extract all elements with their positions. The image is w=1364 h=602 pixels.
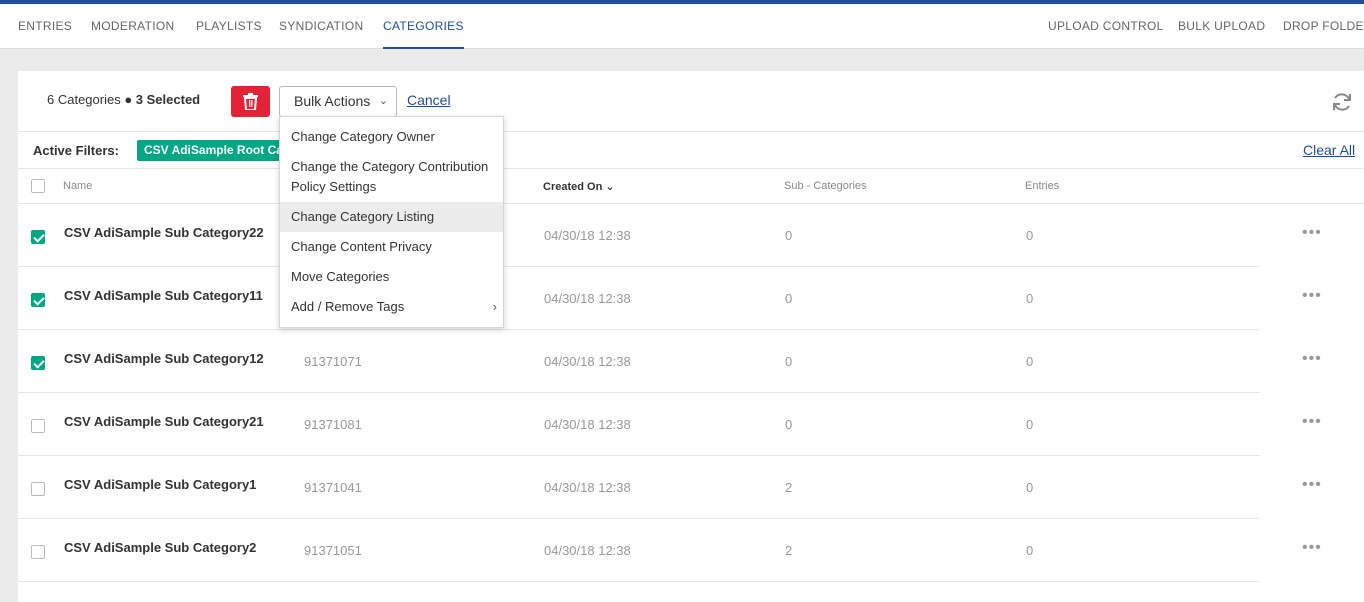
bulk-actions-label: Bulk Actions (294, 93, 371, 109)
nav-upload-control[interactable]: UPLOAD CONTROL (1048, 4, 1164, 49)
row-entries-count: 0 (1026, 228, 1034, 243)
row-name[interactable]: CSV AdiSample Sub Category21 (64, 414, 264, 429)
table-row[interactable]: CSV AdiSample Sub Category21 91371081 04… (18, 393, 1321, 456)
nav-entries[interactable]: ENTRIES (18, 4, 72, 49)
row-created: 04/30/18 12:38 (544, 354, 631, 369)
bulk-actions-menu: Change Category Owner Change the Categor… (279, 116, 504, 328)
delete-button[interactable] (231, 86, 270, 117)
menu-change-content-privacy[interactable]: Change Content Privacy (280, 232, 503, 262)
more-options-icon[interactable]: ••• (1302, 539, 1322, 557)
row-created: 04/30/18 12:38 (544, 291, 631, 306)
menu-move-categories[interactable]: Move Categories (280, 262, 503, 292)
col-created-on[interactable]: Created On ⌄ (543, 180, 615, 193)
chevron-down-icon: ⌄ (378, 95, 388, 107)
table-row[interactable]: CSV AdiSample Sub Category2 91371051 04/… (18, 519, 1321, 582)
row-id: 91371071 (304, 354, 362, 369)
row-entries-count: 0 (1026, 291, 1034, 306)
more-options-icon[interactable]: ••• (1302, 350, 1322, 368)
row-checkbox[interactable] (31, 230, 45, 244)
row-entries-count: 0 (1026, 354, 1034, 369)
table-row[interactable]: CSV AdiSample Sub Category22 04/30/18 12… (18, 204, 1321, 267)
row-id: 91371051 (304, 543, 362, 558)
nav-drop-folders[interactable]: DROP FOLDERS (1283, 4, 1364, 49)
bulk-actions-dropdown[interactable]: Bulk Actions ⌄ (279, 86, 397, 117)
more-options-icon[interactable]: ••• (1302, 287, 1322, 305)
nav-syndication[interactable]: SYNDICATION (279, 4, 363, 49)
row-name[interactable]: CSV AdiSample Sub Category11 (64, 288, 263, 303)
chevron-right-icon: › (492, 299, 497, 314)
selection-count: 6 Categories ● 3 Selected (47, 92, 201, 107)
more-options-icon[interactable]: ••• (1302, 413, 1322, 431)
row-checkbox[interactable] (31, 356, 45, 370)
row-sub-count: 2 (785, 543, 793, 558)
row-created: 04/30/18 12:38 (544, 543, 631, 558)
col-name[interactable]: Name (63, 180, 92, 192)
col-created-on-label: Created On (543, 181, 603, 193)
row-entries-count: 0 (1026, 417, 1034, 432)
row-sub-count: 0 (785, 291, 793, 306)
menu-add-remove-tags[interactable]: Add / Remove Tags › (280, 292, 503, 322)
row-created: 04/30/18 12:38 (544, 417, 631, 432)
row-entries-count: 0 (1026, 543, 1034, 558)
select-all-checkbox[interactable] (31, 179, 45, 193)
row-created: 04/30/18 12:38 (544, 480, 631, 495)
main-nav: ENTRIES MODERATION PLAYLISTS SYNDICATION… (0, 4, 1364, 49)
clear-all-link[interactable]: Clear All (1303, 142, 1355, 158)
nav-categories[interactable]: CATEGORIES (383, 4, 464, 49)
table-body: CSV AdiSample Sub Category22 04/30/18 12… (18, 204, 1364, 582)
trash-icon (243, 93, 258, 110)
category-count: 6 Categories (47, 92, 121, 107)
table-header: Name Created On ⌄ Sub - Categories Entri… (18, 169, 1364, 204)
table-row[interactable]: CSV AdiSample Sub Category12 91371071 04… (18, 330, 1321, 393)
refresh-icon[interactable] (1331, 91, 1353, 113)
selected-count: 3 Selected (135, 92, 201, 107)
row-name[interactable]: CSV AdiSample Sub Category22 (64, 225, 264, 240)
row-id: 91371081 (304, 417, 362, 432)
row-name[interactable]: CSV AdiSample Sub Category12 (64, 351, 264, 366)
row-checkbox[interactable] (31, 545, 45, 559)
more-options-icon[interactable]: ••• (1302, 476, 1322, 494)
row-id: 91371041 (304, 480, 362, 495)
nav-playlists[interactable]: PLAYLISTS (196, 4, 262, 49)
row-checkbox[interactable] (31, 419, 45, 433)
nav-moderation[interactable]: MODERATION (91, 4, 174, 49)
row-sub-count: 0 (785, 354, 793, 369)
menu-change-category-listing[interactable]: Change Category Listing (280, 202, 503, 232)
row-entries-count: 0 (1026, 480, 1034, 495)
row-name[interactable]: CSV AdiSample Sub Category2 (64, 540, 256, 555)
menu-add-remove-tags-label: Add / Remove Tags (291, 299, 405, 314)
row-sub-count: 0 (785, 417, 793, 432)
categories-panel: 6 Categories ● 3 Selected Bulk Actions ⌄… (18, 71, 1364, 602)
more-options-icon[interactable]: ••• (1302, 224, 1322, 242)
menu-change-contribution-policy[interactable]: Change the Category Contribution Policy … (280, 152, 503, 202)
col-entries[interactable]: Entries (1025, 180, 1059, 192)
row-created: 04/30/18 12:38 (544, 228, 631, 243)
row-sub-count: 2 (785, 480, 793, 495)
cancel-link[interactable]: Cancel (407, 92, 451, 108)
active-filters-bar: Active Filters: CSV AdiSample Root Categ… (18, 131, 1364, 169)
nav-bulk-upload[interactable]: BULK UPLOAD (1178, 4, 1265, 49)
menu-change-category-owner[interactable]: Change Category Owner (280, 122, 503, 152)
row-checkbox[interactable] (31, 482, 45, 496)
row-name[interactable]: CSV AdiSample Sub Category1 (64, 477, 256, 492)
row-checkbox[interactable] (31, 293, 45, 307)
col-sub-categories[interactable]: Sub - Categories (784, 180, 867, 192)
filter-chip[interactable]: CSV AdiSample Root Category (137, 140, 287, 161)
table-row[interactable]: CSV AdiSample Sub Category1 91371041 04/… (18, 456, 1321, 519)
sort-chevron-icon: ⌄ (605, 181, 615, 193)
table-row[interactable]: CSV AdiSample Sub Category11 04/30/18 12… (18, 267, 1321, 330)
active-filters-label: Active Filters: (33, 143, 119, 158)
row-sub-count: 0 (785, 228, 793, 243)
